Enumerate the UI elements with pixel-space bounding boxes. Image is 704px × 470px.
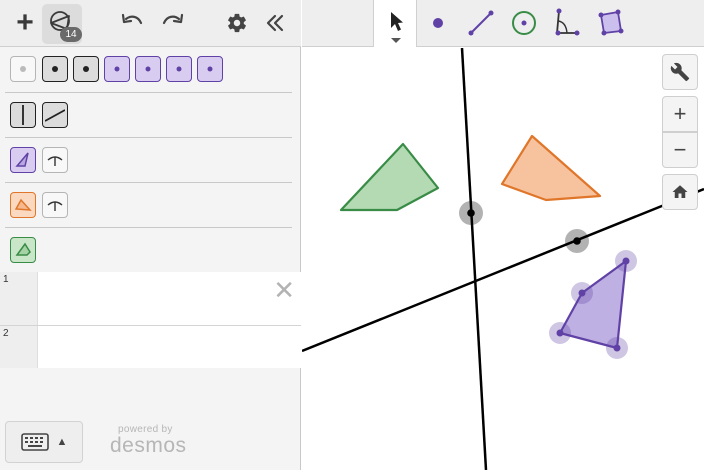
point-style-button[interactable] bbox=[73, 56, 99, 82]
expression-list: 1 ✕ 2 bbox=[0, 272, 301, 372]
expression-index: 1 bbox=[0, 272, 38, 325]
style-options bbox=[0, 48, 301, 272]
expression-row[interactable]: 2 bbox=[0, 326, 301, 368]
diagonal-line-icon bbox=[45, 109, 65, 122]
shapes-button[interactable]: 14 bbox=[42, 4, 82, 44]
angle-mark-button[interactable] bbox=[42, 192, 68, 218]
undo-icon bbox=[121, 13, 143, 25]
diagonal-line-style-button[interactable] bbox=[42, 102, 68, 128]
geometry-drawing[interactable] bbox=[302, 48, 704, 470]
green-shape-row bbox=[0, 228, 301, 273]
purple-shape-style-button[interactable] bbox=[10, 147, 36, 173]
vertex-dot bbox=[613, 344, 621, 352]
zoom-out-button[interactable]: − bbox=[662, 132, 698, 168]
orange-polygon[interactable] bbox=[500, 134, 602, 202]
powered-by-branding: powered by desmos bbox=[110, 424, 200, 457]
line-point-dot bbox=[573, 237, 581, 245]
orange-polygon-icon bbox=[14, 198, 32, 211]
polygon-tool-icon bbox=[598, 9, 624, 36]
zoom-in-button[interactable]: + bbox=[662, 96, 698, 132]
vertical-line[interactable] bbox=[460, 48, 488, 470]
segment-tool-button[interactable] bbox=[465, 7, 497, 39]
geometry-toolbar bbox=[302, 0, 704, 47]
polygon-tool-button[interactable] bbox=[594, 7, 626, 39]
graph-settings-button[interactable] bbox=[662, 54, 698, 90]
shapes-count-badge: 14 bbox=[60, 27, 82, 42]
hidden-point-style-button[interactable] bbox=[10, 56, 36, 82]
point-icon bbox=[145, 66, 151, 72]
vertex-dot bbox=[556, 329, 564, 337]
undo-button[interactable] bbox=[117, 8, 147, 38]
expression-row[interactable]: 1 ✕ bbox=[0, 272, 301, 326]
pointer-tool-button[interactable] bbox=[373, 0, 417, 47]
collapse-panel-button[interactable] bbox=[260, 8, 290, 38]
desmos-logo: desmos bbox=[110, 434, 187, 457]
plus-icon: + bbox=[16, 6, 34, 39]
graph-canvas[interactable]: + − bbox=[302, 48, 704, 470]
point-icon bbox=[83, 66, 89, 72]
green-polygon-icon bbox=[15, 242, 31, 256]
point-tool-icon bbox=[433, 18, 443, 28]
purple-point-style-button[interactable] bbox=[135, 56, 161, 82]
green-polygon[interactable] bbox=[339, 142, 440, 212]
angle-tool-icon bbox=[555, 8, 580, 36]
pointer-icon bbox=[391, 12, 403, 43]
chevron-up-icon: ▲ bbox=[56, 436, 68, 448]
panel-toolbar: + 14 bbox=[0, 0, 301, 47]
segment-tool-icon bbox=[468, 10, 494, 36]
keyboard-icon bbox=[20, 433, 49, 451]
purple-polygon-icon bbox=[15, 152, 29, 167]
point-icon bbox=[114, 66, 120, 72]
point-style-button[interactable] bbox=[42, 56, 68, 82]
point-icon bbox=[207, 66, 213, 72]
purple-point-style-button[interactable] bbox=[166, 56, 192, 82]
expression-index: 2 bbox=[0, 326, 38, 368]
angle-tool-button[interactable] bbox=[551, 7, 583, 39]
point-style-row bbox=[0, 48, 301, 93]
orange-shape-style-button[interactable] bbox=[10, 192, 36, 218]
circle-tool-icon bbox=[512, 11, 536, 35]
purple-shape-row bbox=[0, 138, 301, 183]
keyboard-toggle-button[interactable]: ▲ bbox=[5, 421, 83, 463]
redo-icon bbox=[162, 13, 184, 25]
delete-expression-button[interactable]: ✕ bbox=[273, 277, 295, 303]
settings-button[interactable] bbox=[222, 8, 252, 38]
hollow-point-icon bbox=[20, 66, 26, 72]
expression-panel: + 14 1 ✕ 2 ▲ powered by desmos bbox=[0, 0, 301, 470]
vertical-line-icon bbox=[22, 105, 24, 125]
point-icon bbox=[52, 66, 58, 72]
add-item-button[interactable]: + bbox=[10, 8, 40, 38]
double-chevron-left-icon bbox=[266, 14, 284, 32]
gear-icon bbox=[228, 13, 246, 33]
diagonal-line[interactable] bbox=[302, 187, 704, 353]
angle-mark-button[interactable] bbox=[42, 147, 68, 173]
purple-point-style-button[interactable] bbox=[104, 56, 130, 82]
wrench-icon bbox=[670, 62, 690, 82]
geometry-app: + 14 1 ✕ 2 ▲ powered by desmos + − bbox=[0, 0, 704, 470]
line-point-dot bbox=[467, 209, 475, 217]
redo-button[interactable] bbox=[158, 8, 188, 38]
orange-shape-row bbox=[0, 183, 301, 228]
home-icon bbox=[672, 185, 688, 198]
split-line-style-button[interactable] bbox=[10, 102, 36, 128]
point-icon bbox=[176, 66, 182, 72]
vertex-dot bbox=[578, 289, 586, 297]
angle-mark-icon bbox=[47, 201, 63, 211]
purple-point-style-button[interactable] bbox=[197, 56, 223, 82]
line-style-row bbox=[0, 93, 301, 138]
circle-tool-button[interactable] bbox=[508, 7, 540, 39]
vertex-dot bbox=[622, 257, 630, 265]
default-view-button[interactable] bbox=[662, 174, 698, 210]
green-shape-style-button[interactable] bbox=[10, 237, 36, 263]
point-tool-button[interactable] bbox=[422, 7, 454, 39]
angle-mark-icon bbox=[47, 156, 63, 166]
